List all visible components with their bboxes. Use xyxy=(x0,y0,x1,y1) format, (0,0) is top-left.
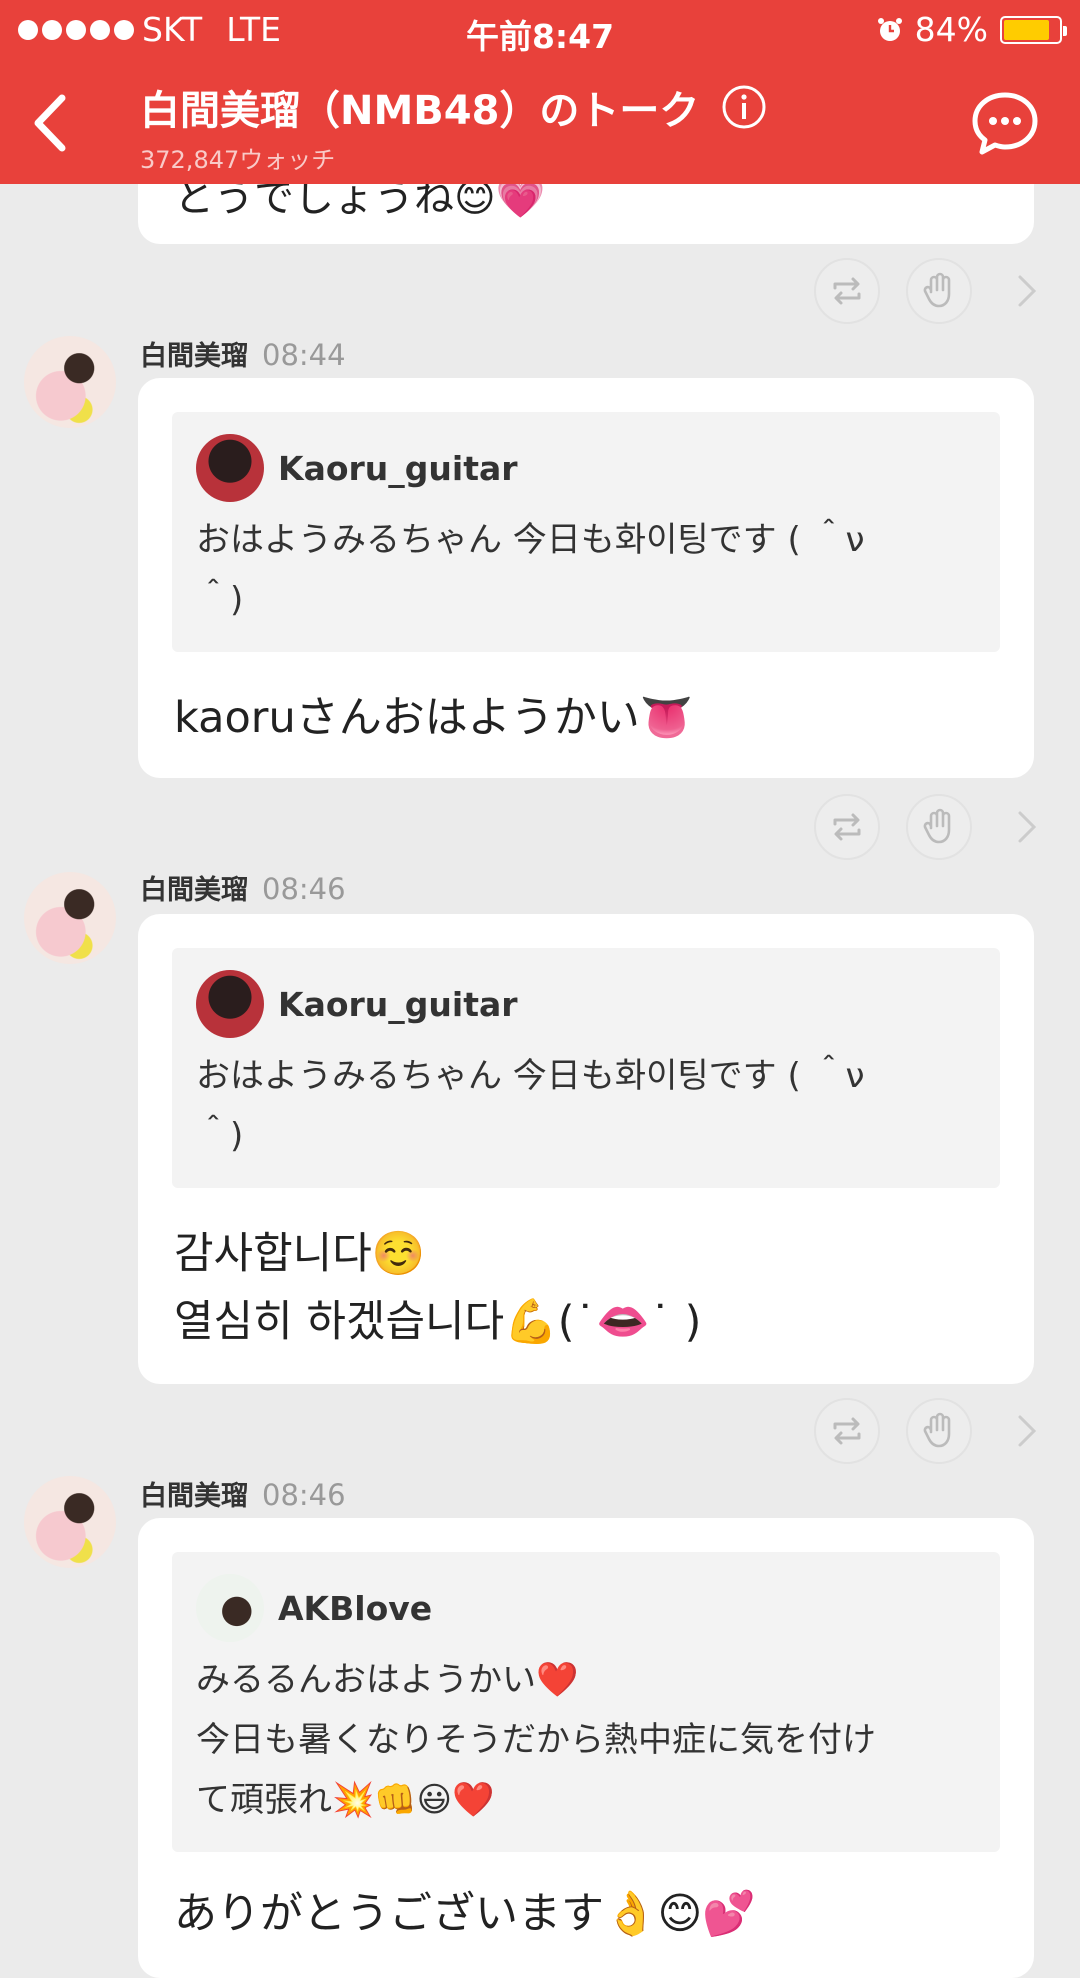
quoted-comment[interactable]: Kaoru_guitar おはようみるちゃん 今日も화이팅です ( ＾ν ＾) xyxy=(172,412,1000,652)
quoted-text: みるるんおはようかい❤️ 今日も暑くなりそうだから熱中症に気を付け て頑張れ💥👊… xyxy=(196,1660,876,1820)
author-name: 白間美瑠 xyxy=(140,875,248,906)
repost-icon xyxy=(833,277,861,305)
quoted-user-name: Kaoru_guitar xyxy=(278,448,518,488)
clap-button[interactable] xyxy=(906,794,972,860)
repost-button[interactable] xyxy=(814,1398,880,1464)
page-title-text: 白間美瑠（NMB48）のトーク xyxy=(140,88,700,134)
author-name: 白間美瑠 xyxy=(140,341,248,372)
author-name: 白間美瑠 xyxy=(140,1481,248,1512)
reply-text: 감사합니다☺️ 열심히 하겠습니다💪(˙👄˙ ) xyxy=(174,1229,702,1347)
message-bubble[interactable]: Kaoru_guitar おはようみるちゃん 今日も화이팅です ( ＾ν ＾) … xyxy=(138,914,1034,1384)
action-row xyxy=(814,258,1042,324)
chevron-right-icon[interactable] xyxy=(1012,1411,1042,1451)
repost-icon xyxy=(833,813,861,841)
clap-icon xyxy=(923,808,951,844)
post-meta: 白間美瑠 08:44 xyxy=(140,334,346,373)
author-avatar[interactable] xyxy=(24,872,116,964)
chevron-right-icon[interactable] xyxy=(1012,271,1042,311)
quoted-user: AKBlove xyxy=(196,1574,976,1642)
quoted-user: Kaoru_guitar xyxy=(196,434,976,502)
action-row xyxy=(814,794,1042,860)
status-bar: SKT LTE 午前8:47 84% xyxy=(0,0,1080,58)
info-icon[interactable] xyxy=(721,84,767,130)
quoted-user-name: Kaoru_guitar xyxy=(278,984,518,1024)
message-bubble[interactable]: AKBlove みるるんおはようかい❤️ 今日も暑くなりそうだから熱中症に気を付… xyxy=(138,1518,1034,1978)
chevron-right-icon[interactable] xyxy=(1012,807,1042,847)
action-row xyxy=(814,1398,1042,1464)
battery-fill xyxy=(1004,19,1049,40)
quoted-comment[interactable]: AKBlove みるるんおはようかい❤️ 今日も暑くなりそうだから熱中症に気を付… xyxy=(172,1552,1000,1852)
quoted-user-name: AKBlove xyxy=(278,1588,433,1628)
talk-feed[interactable]: とうでしょうね😊💗 白間美瑠 08:44 Kaoru_guitar おはようみる… xyxy=(0,0,1080,1978)
author-avatar[interactable] xyxy=(24,336,116,428)
repost-button[interactable] xyxy=(814,794,880,860)
message-bubble[interactable]: Kaoru_guitar おはようみるちゃん 今日も화이팅です ( ＾ν ＾) … xyxy=(138,378,1034,778)
title-block: 白間美瑠（NMB48）のトーク 372,847ウォッチ xyxy=(140,78,767,175)
post-time: 08:44 xyxy=(262,338,346,372)
quoted-comment[interactable]: Kaoru_guitar おはようみるちゃん 今日も화이팅です ( ＾ν ＾) xyxy=(172,948,1000,1188)
battery-icon xyxy=(1000,15,1067,44)
clap-button[interactable] xyxy=(906,1398,972,1464)
quoted-user: Kaoru_guitar xyxy=(196,970,976,1038)
repost-icon xyxy=(833,1417,861,1445)
author-avatar[interactable] xyxy=(24,1476,116,1568)
clap-icon xyxy=(923,272,951,308)
clap-icon xyxy=(923,1412,951,1448)
reply-text: ありがとうございます👌😊💕 xyxy=(174,1889,756,1939)
page-title: 白間美瑠（NMB48）のトーク xyxy=(140,78,767,136)
quoted-text: おはようみるちゃん 今日も화이팅です ( ＾ν ＾) xyxy=(196,520,865,620)
post-meta: 白間美瑠 08:46 xyxy=(140,868,346,907)
status-right: 84% xyxy=(877,10,1067,49)
quoted-text: おはようみるちゃん 今日も화이팅です ( ＾ν ＾) xyxy=(196,1056,865,1156)
quoted-user-avatar xyxy=(196,1574,264,1642)
app-header: SKT LTE 午前8:47 84% 白間美瑠（NMB48）のトーク 372,8… xyxy=(0,0,1080,184)
back-button[interactable] xyxy=(26,88,86,158)
chat-bubble-button[interactable] xyxy=(970,90,1040,156)
quoted-user-avatar xyxy=(196,970,264,1038)
quoted-user-avatar xyxy=(196,434,264,502)
reply-text: kaoruさんおはようかい👅 xyxy=(174,693,694,743)
post-time: 08:46 xyxy=(262,872,346,906)
repost-button[interactable] xyxy=(814,258,880,324)
battery-percent: 84% xyxy=(914,10,988,49)
post-meta: 白間美瑠 08:46 xyxy=(140,1474,346,1513)
post-time: 08:46 xyxy=(262,1478,346,1512)
watch-count: 372,847ウォッチ xyxy=(140,146,336,174)
alarm-icon xyxy=(877,17,902,41)
clap-button[interactable] xyxy=(906,258,972,324)
